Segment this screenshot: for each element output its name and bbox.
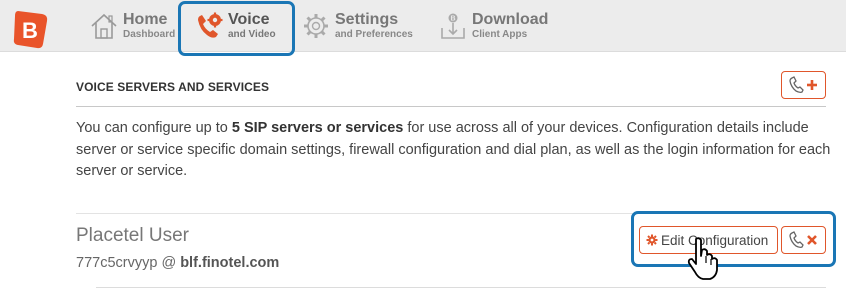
section-title: VOICE SERVERS AND SERVICES bbox=[76, 80, 270, 94]
gear-icon bbox=[304, 14, 328, 38]
nav-home-title: Home bbox=[123, 11, 168, 28]
description-text: You can configure up to bbox=[76, 120, 232, 136]
description-emphasis: 5 SIP servers or services bbox=[231, 120, 404, 136]
gear-icon bbox=[646, 234, 658, 246]
app-logo-icon[interactable]: B bbox=[12, 8, 50, 50]
section-divider bbox=[76, 106, 826, 107]
top-nav-bar: B Home Dashboard Voice and Video Setting… bbox=[0, 0, 846, 52]
server-name: Placetel User bbox=[76, 225, 189, 246]
svg-text:B: B bbox=[450, 16, 455, 23]
add-server-button[interactable] bbox=[781, 71, 826, 99]
nav-home[interactable]: Home Dashboard bbox=[89, 6, 175, 46]
nav-home-subtitle: Dashboard bbox=[123, 29, 176, 40]
voice-highlight-frame bbox=[178, 1, 295, 56]
nav-settings-subtitle: and Preferences bbox=[335, 29, 413, 40]
section-description: You can configure up to 5 SIP servers or… bbox=[76, 118, 836, 183]
delete-server-button[interactable] bbox=[781, 226, 826, 254]
server-user: 777c5crvyyp bbox=[76, 255, 158, 271]
hand-cursor-icon bbox=[687, 237, 718, 280]
nav-download-title: Download bbox=[472, 11, 549, 28]
download-icon: B bbox=[441, 13, 465, 39]
home-icon bbox=[91, 13, 117, 39]
nav-settings-title: Settings bbox=[335, 11, 399, 28]
add-phone-icon bbox=[788, 76, 817, 93]
nav-download[interactable]: B Download Client Apps bbox=[438, 6, 548, 46]
nav-settings[interactable]: Settings and Preferences bbox=[301, 6, 413, 46]
bottom-divider bbox=[96, 287, 826, 288]
svg-text:B: B bbox=[22, 18, 38, 43]
server-at: @ bbox=[161, 255, 177, 271]
server-domain: blf.finotel.com bbox=[180, 255, 280, 271]
delete-phone-icon bbox=[788, 231, 817, 248]
nav-download-subtitle: Client Apps bbox=[472, 29, 528, 40]
server-address: 777c5crvyyp @ blf.finotel.com bbox=[76, 255, 279, 271]
